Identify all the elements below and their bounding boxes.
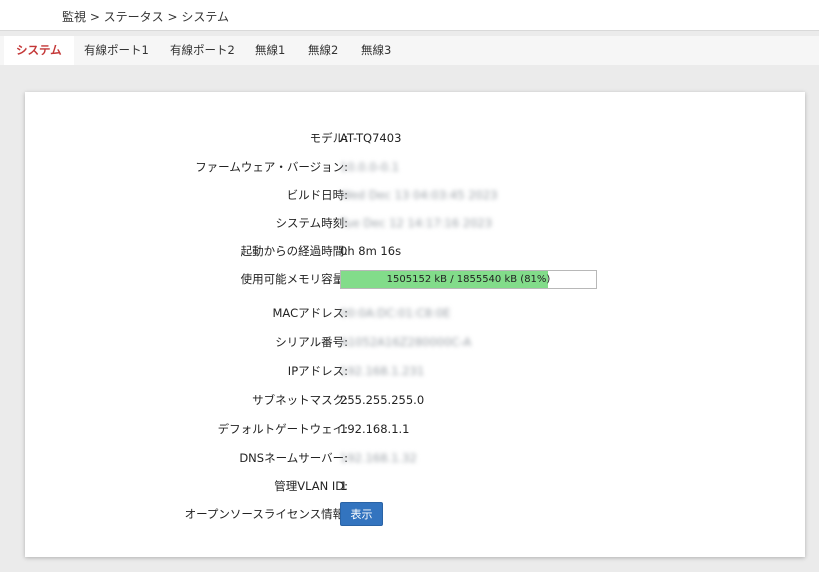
gateway-label: デフォルトゲートウェイ: (217, 422, 348, 436)
breadcrumb: 監視 > ステータス > システム (62, 10, 230, 24)
row-dns: DNSネームサーバー: 192.168.1.32 (25, 448, 805, 468)
dns-label: DNSネームサーバー: (239, 451, 348, 465)
tab-wireless-3[interactable]: 無線3 (349, 36, 403, 65)
tab-wired-port-1[interactable]: 有線ポート1 (72, 36, 161, 65)
vlan-value: 1 (340, 479, 348, 493)
row-ip: IPアドレス: 192.168.1.231 (25, 361, 805, 381)
ip-label: IPアドレス: (287, 364, 348, 378)
row-system-time: システム時刻: Tue Dec 12 14:17:16 2023 (25, 213, 805, 233)
row-uptime: 起動からの経過時間: 0h 8m 16s (25, 241, 805, 261)
system-time-label: システム時刻: (275, 216, 348, 230)
model-value: AT-TQ7403 (340, 131, 402, 145)
build-date-value: Wed Dec 13 04:03:45 2023 (340, 188, 498, 202)
row-firmware: ファームウェア・バージョン: 10.0.0-0.1 (25, 157, 805, 177)
uptime-value: 0h 8m 16s (340, 244, 402, 258)
row-subnet: サブネットマスク: 255.255.255.0 (25, 390, 805, 410)
row-oss-license: オープンソースライセンス情報: 表示 (25, 502, 805, 526)
ip-value: 192.168.1.231 (340, 364, 425, 378)
uptime-label: 起動からの経過時間: (240, 244, 348, 258)
system-time-value: Tue Dec 12 14:17:16 2023 (340, 216, 493, 230)
subnet-value: 255.255.255.0 (340, 393, 425, 407)
mac-value: 00:0A:DC:01:C8:0E (340, 306, 451, 320)
oss-license-label: オープンソースライセンス情報: (184, 507, 348, 521)
dns-value: 192.168.1.32 (340, 451, 417, 465)
row-model: モデル: AT-TQ7403 (25, 128, 805, 148)
system-info-panel: モデル: AT-TQ7403 ファームウェア・バージョン: 10.0.0-0.1… (25, 92, 805, 557)
memory-label: 使用可能メモリ容量: (240, 272, 348, 286)
firmware-value: 10.0.0-0.1 (340, 160, 400, 174)
firmware-label: ファームウェア・バージョン: (195, 160, 348, 174)
serial-value: A1052A16Z280000C-A (340, 335, 472, 349)
gateway-value: 192.168.1.1 (340, 422, 410, 436)
show-license-button[interactable]: 表示 (340, 502, 383, 526)
mac-label: MACアドレス: (272, 306, 349, 320)
subnet-label: サブネットマスク: (252, 393, 348, 407)
vlan-label: 管理VLAN ID: (274, 479, 348, 493)
tab-bar: システム 有線ポート1 有線ポート2 無線1 無線2 無線3 (0, 36, 819, 65)
tab-wired-port-2[interactable]: 有線ポート2 (158, 36, 247, 65)
build-date-label: ビルド日時: (286, 188, 348, 202)
tab-wireless-2[interactable]: 無線2 (296, 36, 350, 65)
tab-wireless-1[interactable]: 無線1 (243, 36, 297, 65)
row-vlan: 管理VLAN ID: 1 (25, 476, 805, 496)
tab-system[interactable]: システム (4, 36, 74, 65)
serial-label: シリアル番号: (275, 335, 348, 349)
row-build-date: ビルド日時: Wed Dec 13 04:03:45 2023 (25, 185, 805, 205)
row-mac: MACアドレス: 00:0A:DC:01:C8:0E (25, 303, 805, 323)
top-bar: 監視 > ステータス > システム (0, 0, 819, 31)
memory-progress-text: 1505152 kB / 1855540 kB (81%) (386, 274, 551, 285)
memory-progress-bar: 1505152 kB / 1855540 kB (81%) (340, 270, 597, 289)
row-serial: シリアル番号: A1052A16Z280000C-A (25, 332, 805, 352)
row-gateway: デフォルトゲートウェイ: 192.168.1.1 (25, 419, 805, 439)
row-memory: 使用可能メモリ容量: 1505152 kB / 1855540 kB (81%) (25, 269, 805, 289)
